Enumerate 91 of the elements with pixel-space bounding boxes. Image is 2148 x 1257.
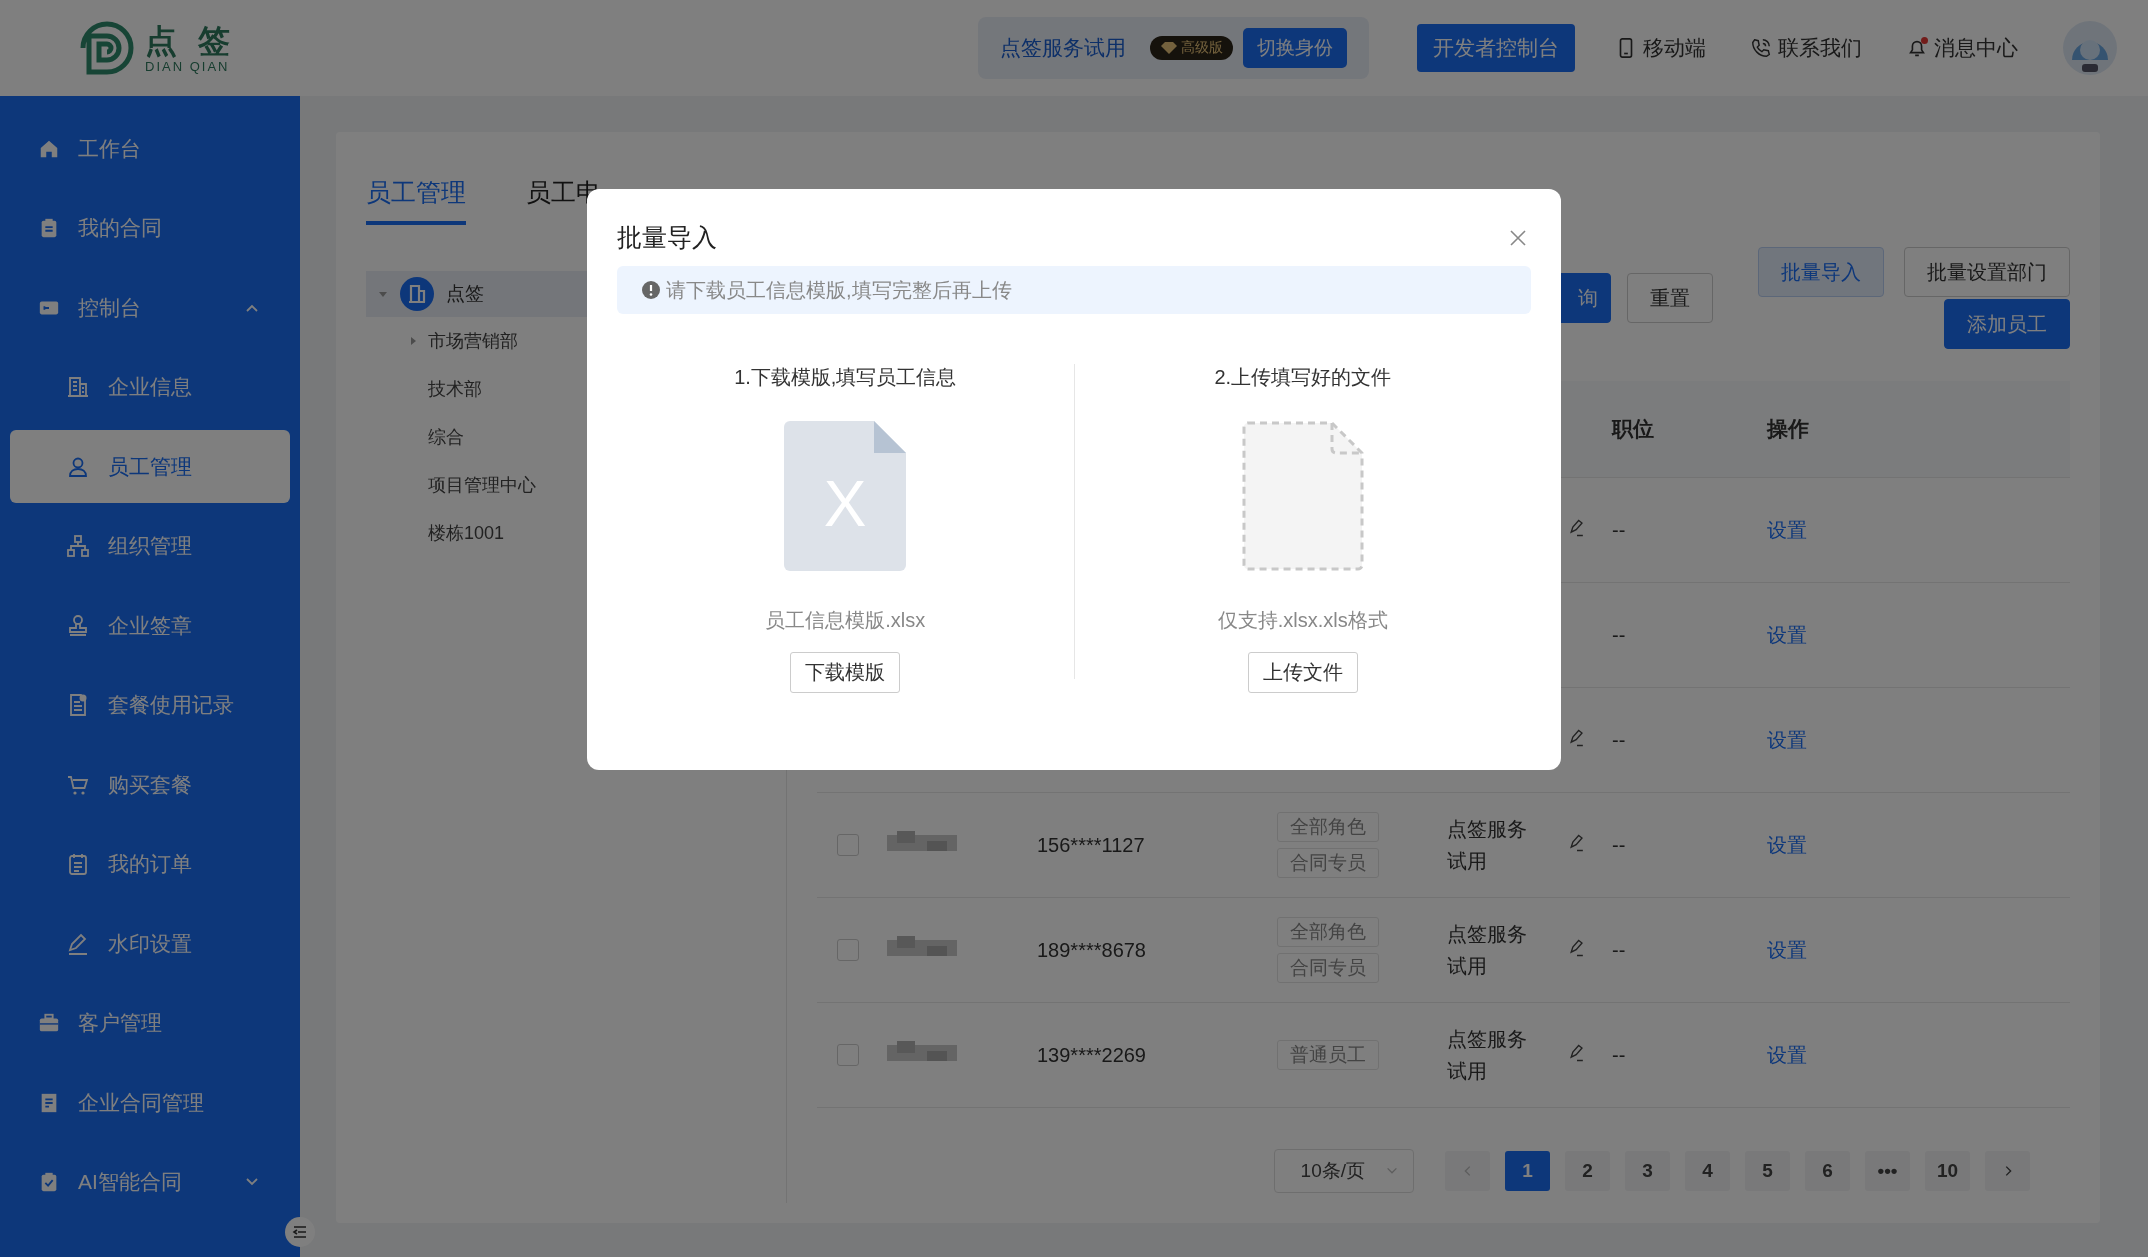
hierarchy-icon (66, 534, 90, 558)
developer-console-button[interactable]: 开发者控制台 (1417, 24, 1575, 72)
settings-link[interactable]: 设置 (1767, 1041, 2070, 1069)
header-link[interactable]: 联系我们 (1750, 34, 1862, 62)
badge-label: 高级版 (1181, 39, 1223, 57)
table-cell-text: -- (1612, 1043, 1627, 1067)
table-cell-text: 点签服务试用 (1447, 817, 1528, 874)
switch-identity-button[interactable]: 切换身份 (1243, 28, 1347, 68)
column-header: 操作 (1767, 416, 1810, 442)
table-cell-text: -- (1612, 518, 1627, 542)
page-button[interactable]: 5 (1745, 1151, 1790, 1191)
table-cell-text: -- (1612, 938, 1627, 962)
page-button[interactable]: 4 (1685, 1151, 1730, 1191)
page-button[interactable]: ••• (1865, 1151, 1910, 1191)
stamp-icon (66, 613, 90, 638)
tree-node[interactable]: 综合 (428, 425, 464, 449)
button[interactable]: 上传文件 (1247, 652, 1358, 693)
step-title: 1.下载模版,填写员工信息 (734, 365, 957, 390)
exclamation-icon (642, 281, 660, 299)
settings-link[interactable]: 设置 (1767, 621, 2070, 649)
settings-link[interactable]: 设置 (1767, 726, 2070, 754)
checkbox[interactable] (837, 939, 859, 961)
table-cell-text: -- (1612, 728, 1627, 752)
header-link[interactable]: 消息中心 (1906, 34, 2018, 62)
sidebar-item[interactable]: 我的订单 (10, 827, 290, 901)
role-tag: 合同专员 (1277, 848, 1379, 878)
sidebar-item[interactable]: 企业签章 (10, 589, 290, 662)
page-size-select[interactable]: 10条/页 (1273, 1149, 1414, 1193)
tree-node[interactable]: 项目管理中心 (428, 473, 536, 497)
role-tag: 普通员工 (1277, 1040, 1379, 1070)
button[interactable]: 重置 (1627, 273, 1713, 323)
diamond-icon (1160, 41, 1178, 55)
tree-node[interactable]: 楼栋1001 (428, 521, 505, 545)
sidebar-item[interactable]: AI智能合同 (10, 1145, 290, 1219)
header-link[interactable]: 移动端 (1615, 34, 1706, 62)
table-cell-text: 点签服务试用 (1447, 922, 1528, 979)
sidebar-item[interactable]: 工作台 (10, 112, 290, 185)
dialog-title: 批量导入 (617, 222, 717, 253)
sidebar-item[interactable]: 购买套餐 (10, 748, 290, 821)
file-caption: 员工信息模版.xlsx (765, 608, 926, 633)
step-title: 2.上传填写好的文件 (1214, 365, 1392, 390)
table-cell-text: -- (1612, 623, 1627, 647)
collapse-sidebar-icon (285, 1217, 315, 1247)
avatar-icon (2062, 20, 2118, 76)
sidebar-item[interactable]: 企业合同管理 (10, 1066, 290, 1139)
role-tag: 全部角色 (1277, 917, 1379, 947)
sidebar-item[interactable]: 我的合同 (10, 191, 290, 265)
empty-file-icon (1241, 421, 1364, 571)
sidebar-item[interactable]: 员工管理 (10, 430, 290, 503)
file-caption: 仅支持.xlsx.xls格式 (1217, 608, 1388, 633)
button[interactable]: 添加员工 (1944, 299, 2070, 349)
button[interactable]: 下载模版 (790, 652, 901, 693)
sidebar-item[interactable]: 企业信息 (10, 350, 290, 424)
role-tag: 合同专员 (1277, 953, 1379, 983)
checkbox[interactable] (837, 834, 859, 856)
account-name: 点签服务试用 (1000, 35, 1126, 61)
table-cell-text: 189****8678 (1037, 938, 1147, 962)
checkbox[interactable] (837, 1044, 859, 1066)
building-icon (400, 277, 434, 311)
table-cell-text: 156****1127 (1037, 833, 1146, 857)
role-tag: 全部角色 (1277, 812, 1379, 842)
tree-node[interactable]: 市场营销部 (428, 329, 518, 353)
page-button[interactable]: 10 (1925, 1151, 1970, 1191)
sidebar-item[interactable]: 水印设置 (10, 907, 290, 980)
logo-subtitle: DIAN QIAN (145, 58, 231, 74)
tab[interactable]: 员工管理 (366, 176, 466, 225)
logo-title: 点 签 (145, 22, 236, 59)
column-header: 职位 (1612, 416, 1655, 442)
table-cell-text: 点签服务试用 (1447, 1027, 1528, 1084)
page-button[interactable]: 3 (1625, 1151, 1670, 1191)
briefcase-icon (38, 1012, 60, 1034)
button[interactable]: 批量设置部门 (1904, 247, 2070, 297)
building-icon (66, 375, 90, 399)
settings-link[interactable]: 设置 (1767, 831, 2070, 859)
table-cell-text: -- (1612, 833, 1627, 857)
close-icon (1509, 228, 1527, 247)
table-cell-text: 139****2269 (1037, 1043, 1147, 1067)
list-icon (66, 852, 90, 876)
page-button[interactable]: 1 (1505, 1151, 1550, 1191)
button[interactable]: 批量导入 (1758, 247, 1884, 297)
phone-call-icon (1750, 37, 1772, 59)
sidebar-item[interactable]: 控制台 (10, 271, 290, 344)
settings-link[interactable]: 设置 (1767, 516, 2070, 544)
page-button[interactable]: 6 (1805, 1151, 1850, 1191)
sidebar-item[interactable]: 组织管理 (10, 509, 290, 583)
tree-node[interactable]: 技术部 (428, 377, 482, 401)
pen-icon (66, 931, 90, 956)
settings-link[interactable]: 设置 (1767, 936, 2070, 964)
page-button[interactable]: 2 (1565, 1151, 1610, 1191)
sidebar-item[interactable]: 套餐使用记录 (10, 668, 290, 742)
sidebar-item[interactable]: 客户管理 (10, 986, 290, 1060)
